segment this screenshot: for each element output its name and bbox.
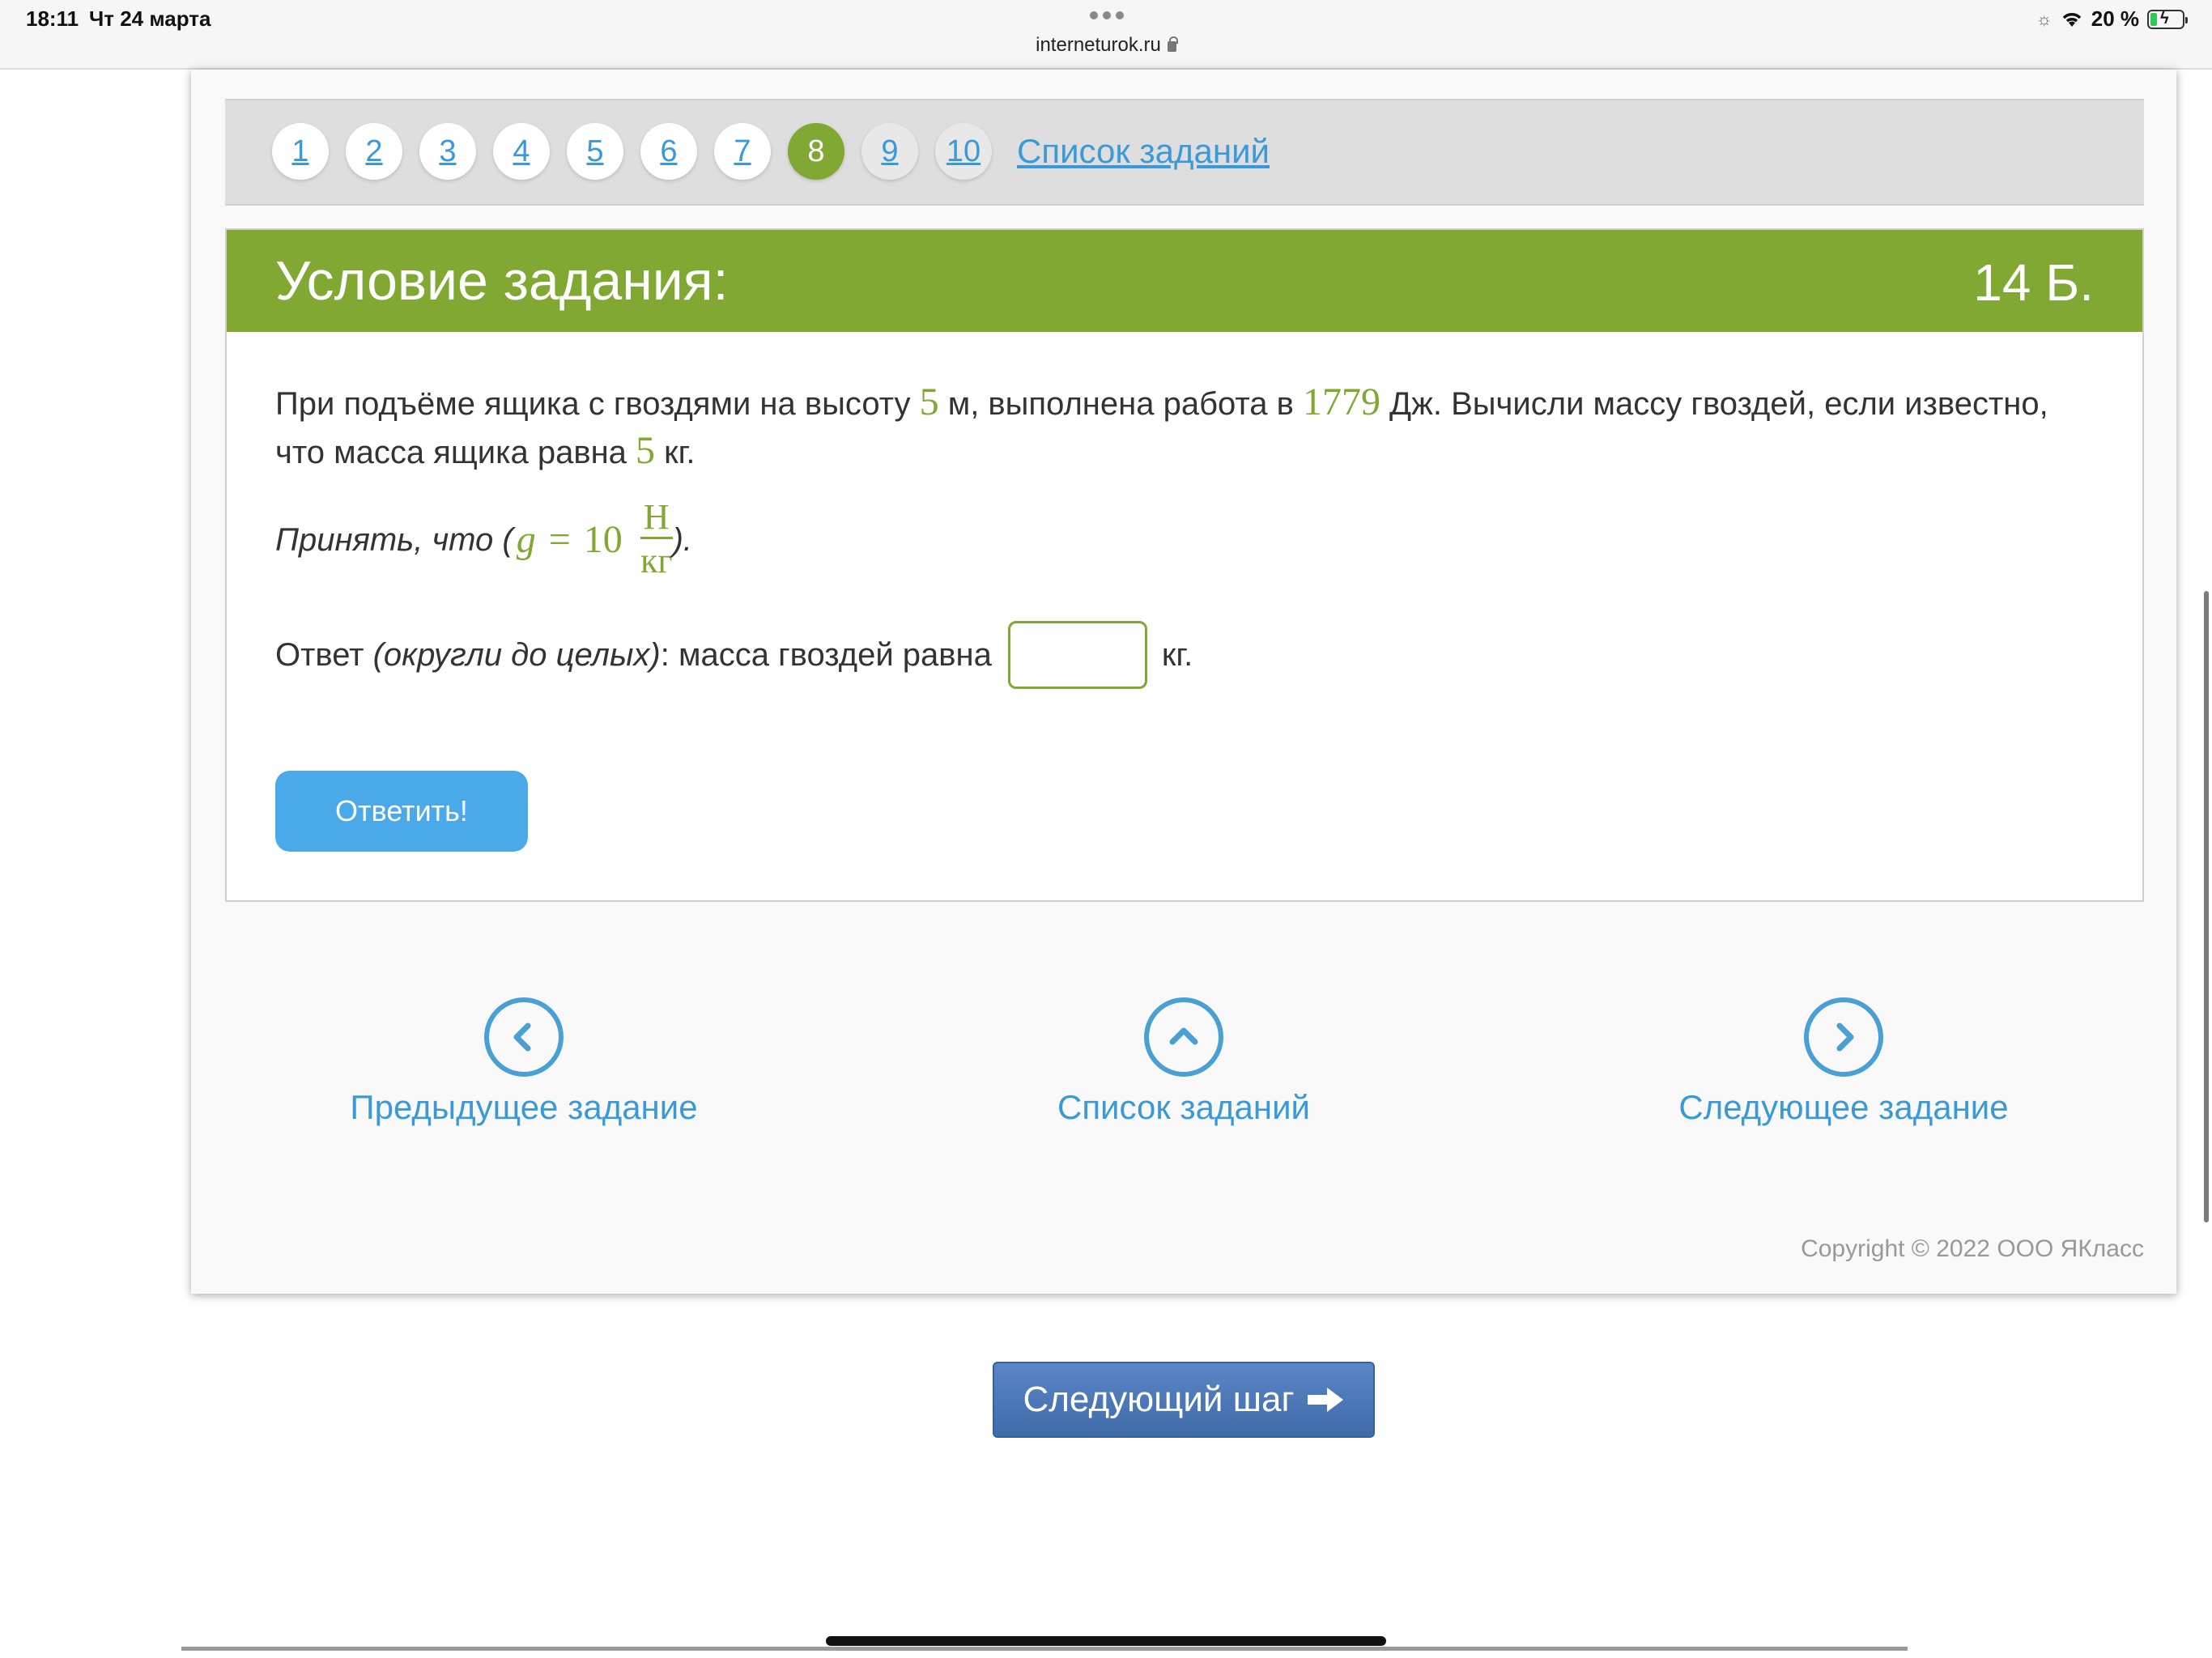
- submit-button[interactable]: Ответить!: [275, 771, 528, 852]
- page-button-3[interactable]: 3: [419, 123, 476, 180]
- address-bar[interactable]: interneturok.ru: [0, 34, 2212, 57]
- divider: [181, 1647, 1908, 1651]
- height-value: 5: [919, 380, 939, 423]
- task-list-label[interactable]: Список заданий: [941, 1088, 1427, 1127]
- home-indicator[interactable]: [826, 1636, 1386, 1646]
- url-text: interneturok.ru: [1036, 34, 1161, 56]
- page-button-5[interactable]: 5: [567, 123, 623, 180]
- next-step-button[interactable]: Следующий шаг: [993, 1362, 1375, 1438]
- answer-input[interactable]: [1007, 621, 1147, 689]
- activity-icon: ☼: [2035, 8, 2052, 29]
- page-button-4[interactable]: 4: [493, 123, 550, 180]
- task-header: Условие задания: 14 Б.: [227, 230, 2142, 332]
- prev-task-link[interactable]: Предыдущее задание: [281, 997, 767, 1127]
- page-button-10[interactable]: 10: [935, 123, 992, 180]
- chevron-left-icon[interactable]: [484, 997, 564, 1077]
- task-list-link[interactable]: Список заданий: [1017, 132, 1270, 171]
- unit-fraction: Нкг: [640, 496, 673, 580]
- wifi-icon: [2062, 12, 2081, 27]
- task-panel: Условие задания: 14 Б. При подъёме ящика…: [225, 228, 2144, 902]
- task-body: При подъёме ящика с гвоздями на высоту 5…: [227, 332, 2142, 691]
- gravity-formula: g = 10: [516, 518, 623, 561]
- box-mass-value: 5: [636, 429, 656, 472]
- task-statement: При подъёме ящика с гвоздями на высоту 5…: [275, 380, 2048, 472]
- chevron-up-icon[interactable]: [1144, 997, 1223, 1077]
- more-dots-icon[interactable]: [1090, 11, 1124, 19]
- page-button-8[interactable]: 8: [788, 123, 844, 180]
- next-task-link[interactable]: Следующее задание: [1601, 997, 2087, 1127]
- battery-icon: ϟ: [2147, 9, 2188, 29]
- page-button-9[interactable]: 9: [861, 123, 918, 180]
- copyright: Copyright © 2022 ООО ЯКласс: [1801, 1235, 2144, 1262]
- scrollbar[interactable]: [2204, 591, 2209, 1222]
- page-button-2[interactable]: 2: [346, 123, 402, 180]
- pager-list: 1 2 3 4 5 6 7 8 9 10 Список заданий: [272, 123, 1270, 180]
- next-task-label[interactable]: Следующее задание: [1601, 1088, 2087, 1127]
- lock-icon: [1167, 36, 1178, 52]
- task-pager: 1 2 3 4 5 6 7 8 9 10 Список заданий: [225, 99, 2144, 206]
- arrow-right-icon: [1307, 1388, 1343, 1412]
- answer-unit: кг.: [1161, 637, 1193, 673]
- page-button-7[interactable]: 7: [714, 123, 771, 180]
- task-points: 14 Б.: [1973, 253, 2094, 312]
- prev-task-label[interactable]: Предыдущее задание: [281, 1088, 767, 1127]
- status-right: ☼ 20 % ϟ: [2035, 6, 2188, 32]
- task-hint: Принять, что ( g = 10 Нкг ).: [275, 495, 2094, 585]
- status-time: 18:11: [26, 6, 79, 31]
- work-value: 1779: [1302, 380, 1380, 423]
- page-button-1[interactable]: 1: [272, 123, 329, 180]
- status-date: Чт 24 марта: [89, 6, 211, 31]
- task-title: Условие задания:: [275, 250, 729, 312]
- answer-row: Ответ (округли до целых): масса гвоздей …: [275, 619, 2094, 691]
- chevron-right-icon[interactable]: [1804, 997, 1883, 1077]
- status-bar: 18:11 Чт 24 марта interneturok.ru ☼ 20 %…: [0, 0, 2212, 70]
- next-step-label: Следующий шаг: [1023, 1380, 1295, 1419]
- battery-percent: 20 %: [2091, 6, 2139, 31]
- page-button-6[interactable]: 6: [640, 123, 697, 180]
- task-list-nav-link[interactable]: Список заданий: [941, 997, 1427, 1127]
